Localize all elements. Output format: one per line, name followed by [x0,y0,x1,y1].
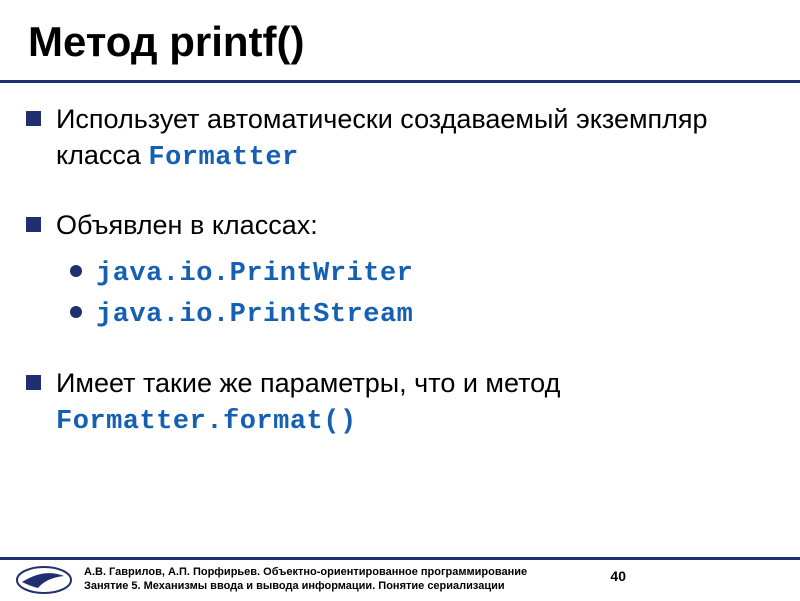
code-inline: Formatter.format() [56,407,357,437]
sub-list: java.io.PrintWriter java.io.PrintStream [56,253,772,335]
bullet-item: Объявлен в классах: java.io.PrintWriter … [56,207,772,335]
slide: Метод printf() Использует автоматически … [0,0,800,600]
bullet-item: Имеет такие же параметры, что и метод Fo… [56,365,772,441]
code-inline: java.io.PrintWriter [96,259,413,289]
slide-title: Метод printf() [0,0,800,66]
page-number: 40 [610,568,626,584]
bullet-list: Использует автоматически создаваемый экз… [56,101,772,441]
sub-item: java.io.PrintWriter [96,253,772,294]
sub-item: java.io.PrintStream [96,294,772,335]
footer-line: Занятие 5. Механизмы ввода и вывода инфо… [84,580,780,594]
bullet-text: Объявлен в классах: [56,210,318,240]
logo-icon [14,564,74,596]
footer-text: А.В. Гаврилов, А.П. Порфирьев. Объектно-… [84,566,780,594]
footer-line: А.В. Гаврилов, А.П. Порфирьев. Объектно-… [84,566,780,580]
content-area: Использует автоматически создаваемый экз… [0,83,800,441]
footer: А.В. Гаврилов, А.П. Порфирьев. Объектно-… [0,557,800,600]
code-inline: Formatter [148,143,298,173]
bullet-item: Использует автоматически создаваемый экз… [56,101,772,177]
code-inline: java.io.PrintStream [96,300,413,330]
bullet-text: Имеет такие же параметры, что и метод [56,368,560,398]
